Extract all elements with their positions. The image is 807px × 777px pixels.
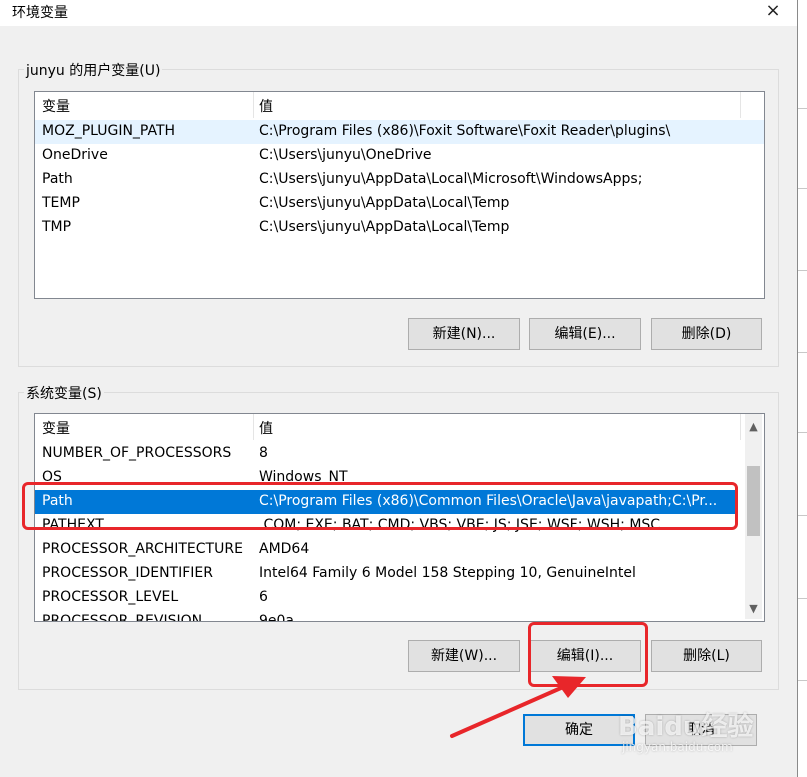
scroll-up-icon[interactable]: ▲ xyxy=(745,418,762,435)
variable-name: OneDrive xyxy=(42,147,108,163)
scrollbar-thumb[interactable] xyxy=(747,466,760,536)
variable-value: C:\Users\junyu\AppData\Local\Microsoft\W… xyxy=(259,171,643,187)
column-header-name[interactable]: 变量 xyxy=(42,96,70,116)
variable-name: PROCESSOR_ARCHITECTURE xyxy=(42,541,243,557)
watermark-url: jingyan.baidu.com xyxy=(622,740,733,754)
table-row[interactable]: TEMP C:\Users\junyu\AppData\Local\Temp xyxy=(35,192,764,216)
variable-name: TMP xyxy=(42,219,72,235)
user-edit-button[interactable]: 编辑(E)... xyxy=(529,318,641,350)
variable-value: 6 xyxy=(259,589,268,605)
scroll-down-icon[interactable]: ▼ xyxy=(745,600,762,617)
list-header: 变量 值 xyxy=(35,414,764,440)
variable-name: MOZ_PLUGIN_PATH xyxy=(42,123,176,139)
background-divider xyxy=(798,598,807,599)
variable-value: C:\Users\junyu\AppData\Local\Temp xyxy=(259,219,510,235)
system-delete-button[interactable]: 删除(L) xyxy=(651,640,762,672)
variable-name: TEMP xyxy=(42,195,80,211)
watermark-brand: Baidu经验 xyxy=(618,712,754,742)
table-row[interactable]: PROCESSOR_IDENTIFIER Intel64 Family 6 Mo… xyxy=(35,562,764,586)
variable-name: Path xyxy=(42,171,73,187)
variable-value: 9e0a xyxy=(259,613,295,622)
variable-value: AMD64 xyxy=(259,541,310,557)
column-divider[interactable] xyxy=(740,414,741,440)
variable-value: Intel64 Family 6 Model 158 Stepping 10, … xyxy=(259,565,636,581)
user-delete-button[interactable]: 删除(D) xyxy=(651,318,762,350)
variable-name: PROCESSOR_IDENTIFIER xyxy=(42,565,213,581)
table-row[interactable]: MOZ_PLUGIN_PATH C:\Program Files (x86)\F… xyxy=(35,120,764,144)
close-icon[interactable]: × xyxy=(760,0,786,22)
background-divider xyxy=(798,108,807,109)
user-variables-legend: junyu 的用户变量(U) xyxy=(24,60,163,80)
variable-name: PROCESSOR_LEVEL xyxy=(42,589,179,605)
environment-variables-dialog: 环境变量 × junyu 的用户变量(U) 变量 值 MOZ_PLUGIN_PA… xyxy=(0,0,798,777)
variable-value: C:\Program Files (x86)\Foxit Software\Fo… xyxy=(259,123,671,139)
table-row[interactable]: TMP C:\Users\junyu\AppData\Local\Temp xyxy=(35,216,764,240)
system-variables-legend: 系统变量(S) xyxy=(24,383,104,403)
table-row[interactable]: OneDrive C:\Users\junyu\OneDrive xyxy=(35,144,764,168)
table-row[interactable]: PROCESSOR_REVISION 9e0a xyxy=(35,610,764,622)
variable-value: 8 xyxy=(259,445,268,461)
column-header-name[interactable]: 变量 xyxy=(42,418,70,438)
variable-name: NUMBER_OF_PROCESSORS xyxy=(42,445,232,461)
list-header: 变量 值 xyxy=(35,92,764,118)
variable-value: C:\Users\junyu\AppData\Local\Temp xyxy=(259,195,510,211)
column-divider[interactable] xyxy=(253,92,254,118)
background-divider xyxy=(798,188,807,189)
background-divider xyxy=(798,680,807,681)
window-title: 环境变量 xyxy=(12,5,68,21)
user-new-button[interactable]: 新建(N)... xyxy=(408,318,520,350)
variable-name: PROCESSOR_REVISION xyxy=(42,613,203,622)
background-divider xyxy=(798,352,807,353)
column-header-value[interactable]: 值 xyxy=(259,96,273,116)
table-row[interactable]: NUMBER_OF_PROCESSORS 8 xyxy=(35,442,764,466)
column-divider[interactable] xyxy=(740,92,741,118)
title-bar: 环境变量 × xyxy=(0,0,797,26)
background-divider xyxy=(798,515,807,516)
background-divider xyxy=(798,270,807,271)
variable-value: C:\Users\junyu\OneDrive xyxy=(259,147,432,163)
background-divider xyxy=(798,432,807,433)
table-row[interactable]: Path C:\Users\junyu\AppData\Local\Micros… xyxy=(35,168,764,192)
vertical-scrollbar[interactable]: ▲ ▼ xyxy=(745,414,762,619)
table-row[interactable]: PROCESSOR_LEVEL 6 xyxy=(35,586,764,610)
path-row-highlight-box xyxy=(22,482,738,530)
column-divider[interactable] xyxy=(253,414,254,440)
user-variables-list[interactable]: 变量 值 MOZ_PLUGIN_PATH C:\Program Files (x… xyxy=(34,91,765,299)
red-arrow-icon xyxy=(450,676,586,738)
background-window-edge xyxy=(798,0,807,777)
column-header-value[interactable]: 值 xyxy=(259,418,273,438)
table-row[interactable]: PROCESSOR_ARCHITECTURE AMD64 xyxy=(35,538,764,562)
